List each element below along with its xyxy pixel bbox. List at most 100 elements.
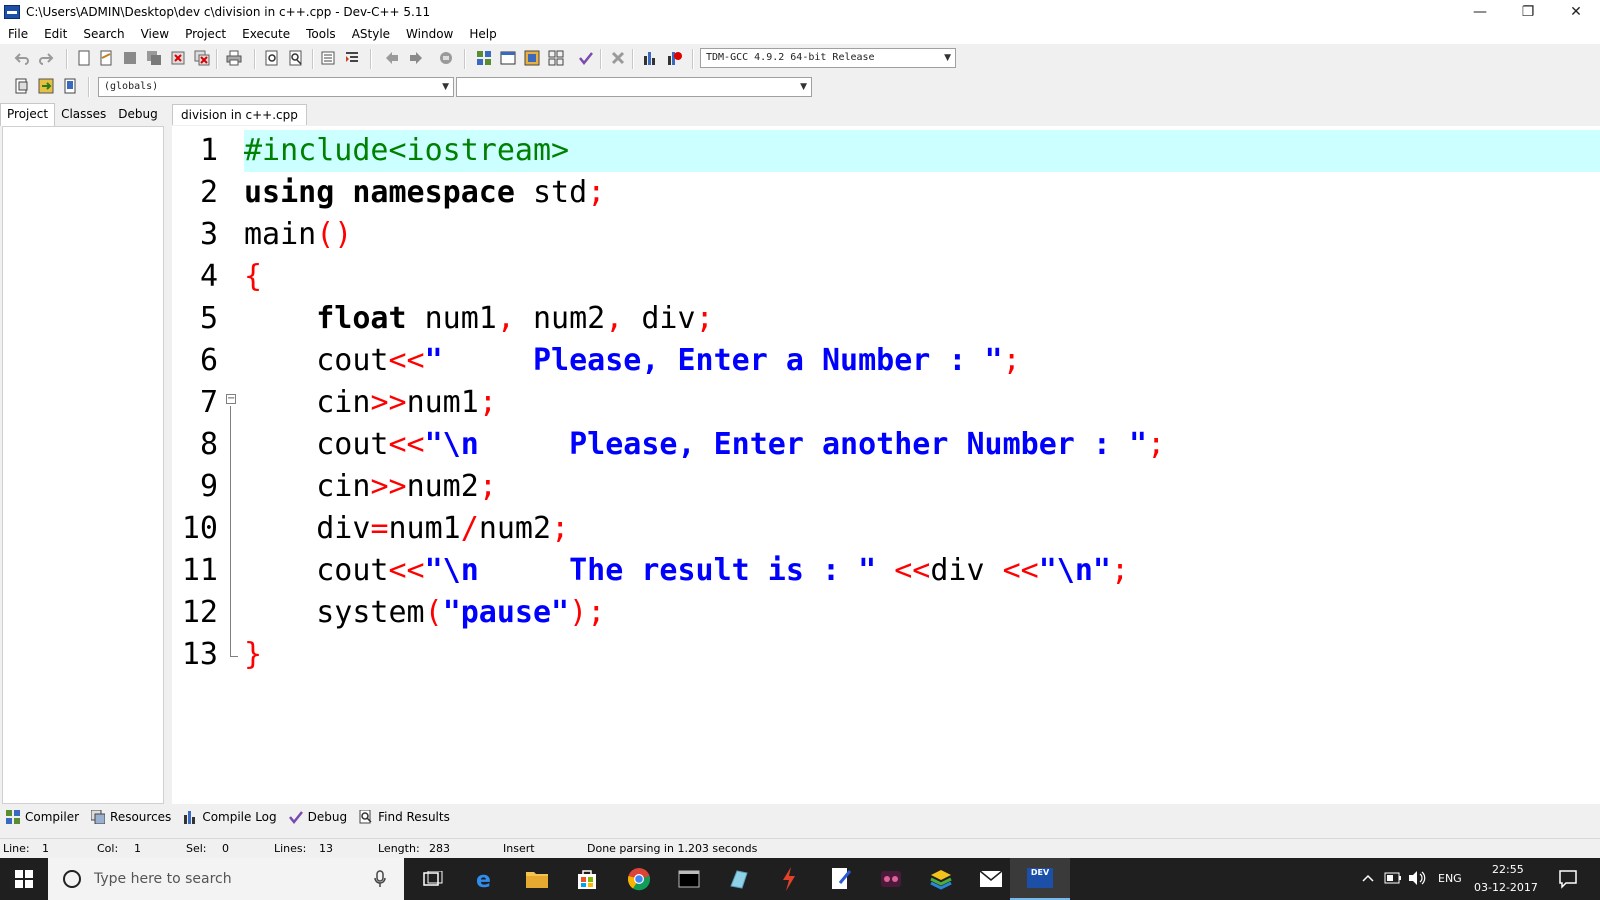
tab-resources[interactable]: Resources [85,807,177,827]
run-icon[interactable] [500,50,516,66]
unindent-icon[interactable] [344,50,360,66]
menu-project[interactable]: Project [177,27,234,41]
keyword: using namespace [244,175,515,210]
tab-classes[interactable]: Classes [55,104,112,126]
symbol: << [876,553,931,588]
stop-execution-icon[interactable] [610,50,626,66]
line-code: float num1, num2, div; [244,298,1600,340]
tab-debug-output[interactable]: Debug [283,807,353,827]
close-button[interactable]: ✕ [1552,0,1600,24]
task-view-button[interactable] [408,858,458,900]
taskbar-app-blue[interactable] [714,858,764,900]
line-code: div=num1/num2; [244,508,1600,550]
menu-execute[interactable]: Execute [234,27,298,41]
compiler-select[interactable]: TDM-GCC 4.9.2 64-bit Release ▼ [700,48,956,68]
back-icon[interactable] [384,50,400,66]
status-line-value: 1 [42,842,49,855]
taskbar-app-pink[interactable] [866,858,916,900]
taskbar-editor[interactable] [816,858,866,900]
project-browser[interactable] [2,126,164,804]
line-number: 4 [199,259,218,294]
taskbar-store[interactable] [562,858,612,900]
chevron-down-icon: ▼ [800,82,807,92]
rebuild-icon[interactable] [548,50,564,66]
replace-icon[interactable] [288,50,304,66]
close-all-icon[interactable] [194,50,210,66]
start-button[interactable] [0,858,48,900]
insert-icon[interactable] [14,78,30,94]
restore-button[interactable]: ❐ [1504,0,1552,24]
string-literal: "\n The result is : " [424,553,877,588]
forward-icon[interactable] [408,50,424,66]
microphone-icon[interactable] [374,870,386,888]
menu-edit[interactable]: Edit [36,27,75,41]
volume-icon[interactable] [1408,870,1426,886]
save-all-icon[interactable] [146,50,162,66]
line-number: 2 [199,175,218,210]
redo-icon[interactable] [38,50,54,66]
taskbar-bluestacks[interactable] [916,858,966,900]
battery-icon[interactable] [1384,872,1402,884]
compile-icon[interactable] [476,50,492,66]
clock-date[interactable]: 03-12-2017 [1474,881,1538,894]
code-line: 8 cout<<"\n Please, Enter another Number… [172,424,1600,466]
line-code: cout<<"\n Please, Enter another Number :… [244,424,1600,466]
identifier: std [514,175,588,210]
action-center-icon[interactable] [1558,869,1578,889]
status-line-label: Line: [3,842,30,855]
menu-search[interactable]: Search [75,27,132,41]
preprocessor-directive: #include<iostream> [244,133,570,168]
menu-astyle[interactable]: AStyle [344,27,398,41]
chevron-up-icon[interactable] [1362,874,1374,882]
taskbar-devcpp[interactable]: DEV [1010,858,1070,900]
goto-declaration-icon[interactable] [38,78,54,94]
tab-project[interactable]: Project [0,103,56,126]
menu-tools[interactable]: Tools [298,27,344,41]
open-file-icon[interactable] [98,50,114,66]
delete-profile-icon[interactable] [666,50,682,66]
taskbar-chrome[interactable] [614,858,664,900]
indent-icon[interactable] [320,50,336,66]
menu-file[interactable]: File [0,27,36,41]
shard-app-icon [730,870,748,889]
goto-definition-icon[interactable] [62,78,78,94]
code-editor[interactable]: − 1 #include<iostream> 2 using namespace… [172,126,1600,804]
compile-run-icon[interactable] [524,50,540,66]
tab-debug[interactable]: Debug [112,104,163,126]
syntax-check-icon[interactable] [578,50,594,66]
scope-select[interactable]: (globals) ▼ [98,77,454,97]
clock-time[interactable]: 22:55 [1492,863,1524,876]
document-pen-icon [832,868,852,889]
bookmark-icon[interactable] [438,50,454,66]
taskbar-edge[interactable]: e [460,858,510,900]
menu-help[interactable]: Help [461,27,504,41]
print-icon[interactable] [226,50,242,66]
language-indicator[interactable]: ENG [1438,872,1462,885]
tab-compile-log[interactable]: Compile Log [177,807,282,827]
taskbar-mail[interactable] [966,858,1016,900]
tab-compiler[interactable]: Compiler [0,807,85,827]
tab-division-cpp[interactable]: division in c++.cpp [172,104,307,125]
symbol: , [496,301,515,336]
status-col-label: Col: [97,842,119,855]
taskbar-search-box[interactable]: Type here to search [48,858,404,900]
tab-find-results[interactable]: Find Results [353,807,456,827]
taskbar-filezilla[interactable] [764,858,814,900]
function-select[interactable]: ▼ [456,77,812,97]
line-number: 9 [199,469,218,504]
find-icon[interactable] [264,50,280,66]
save-icon[interactable] [122,50,138,66]
menu-window[interactable]: Window [398,27,461,41]
taskbar-cmd[interactable] [664,858,714,900]
profile-icon[interactable] [642,50,658,66]
minimize-button[interactable]: — [1456,0,1504,24]
new-file-icon[interactable] [76,50,92,66]
taskbar-file-explorer[interactable] [512,858,562,900]
string-literal: " Please, Enter a Number : " [424,343,1003,378]
menu-view[interactable]: View [133,27,177,41]
close-file-icon[interactable] [170,50,186,66]
undo-icon[interactable] [14,50,30,66]
symbol: { [244,259,263,294]
title-bar: C:\Users\ADMIN\Desktop\dev c\division in… [0,0,1600,24]
tab-debug-output-label: Debug [307,810,348,824]
